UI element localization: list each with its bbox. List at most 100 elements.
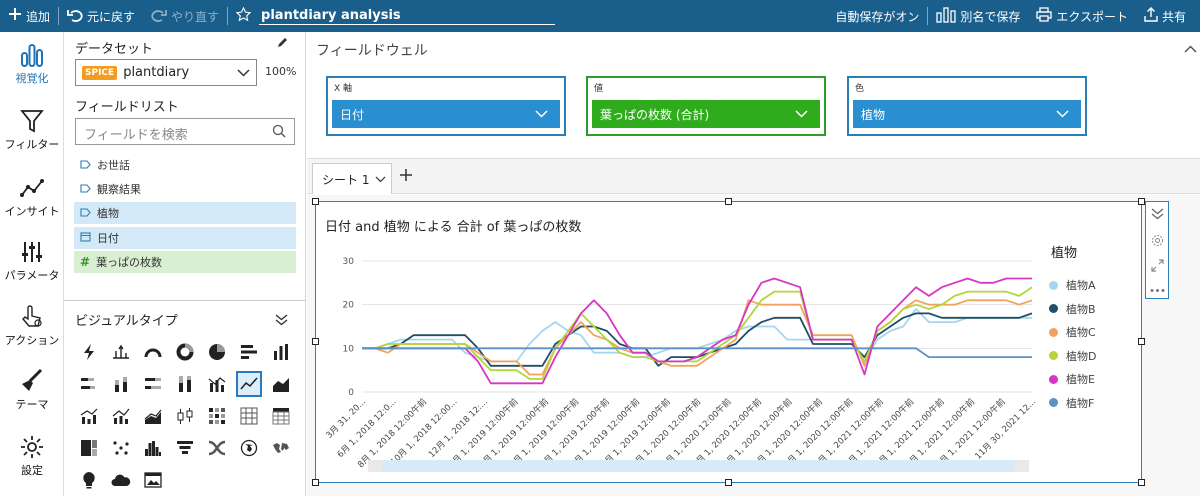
field-wells-title: フィールドウェル — [316, 43, 428, 59]
share-button[interactable]: 共有 — [1136, 0, 1200, 32]
rail-item-settings[interactable]: 設定 — [0, 434, 64, 478]
value-field-pill[interactable]: 葉っぱの枚数 (合計) — [592, 100, 820, 128]
pie-visual-icon[interactable] — [204, 339, 230, 365]
stacked-hbar-visual-icon[interactable] — [76, 371, 102, 397]
dataset-heading: データセット — [75, 42, 154, 57]
heat-map-visual-icon[interactable] — [204, 403, 230, 429]
legend-swatch — [1049, 304, 1058, 313]
donut-visual-icon[interactable] — [172, 339, 198, 365]
pivot-table-visual-icon[interactable] — [236, 403, 262, 429]
percent-vbar-visual-icon[interactable] — [172, 371, 198, 397]
dataset-select[interactable]: SPICE plantdiary — [75, 59, 257, 86]
histogram-visual-icon[interactable] — [140, 435, 166, 461]
globe-visual-icon[interactable] — [236, 435, 262, 461]
scrollbar-thumb[interactable] — [382, 460, 1014, 472]
box-plot-visual-icon[interactable] — [172, 403, 198, 429]
custom-visual-icon[interactable] — [140, 467, 166, 493]
hash-icon: # — [80, 255, 91, 269]
tab-sheet-1[interactable]: シート 1 — [312, 163, 392, 194]
add-button[interactable]: 追加 — [0, 0, 58, 32]
field-item-selected[interactable]: 植物 — [74, 202, 296, 224]
expand-icon[interactable] — [1151, 259, 1164, 275]
stacked-area-visual-icon[interactable] — [140, 403, 166, 429]
more-options-icon[interactable] — [1150, 282, 1165, 296]
percent-hbar-visual-icon[interactable] — [140, 371, 166, 397]
chevron-up-icon[interactable] — [1184, 42, 1197, 56]
autograph-visual-icon[interactable] — [108, 339, 134, 365]
undo-icon — [67, 8, 83, 25]
resize-handle[interactable] — [312, 479, 319, 486]
color-well[interactable]: 色 植物 — [847, 76, 1087, 136]
x-axis-well[interactable]: X 軸 日付 — [326, 76, 566, 136]
area-visual-icon[interactable] — [268, 371, 294, 397]
gear-icon[interactable] — [1151, 234, 1164, 250]
sankey-visual-icon[interactable] — [204, 435, 230, 461]
redo-button[interactable]: やり直す — [143, 0, 227, 32]
stacked-combo-visual-icon[interactable] — [108, 403, 134, 429]
chevron-down-icon — [795, 107, 808, 121]
add-sheet-icon[interactable] — [399, 166, 413, 187]
legend-item[interactable]: 植物F — [1049, 395, 1094, 411]
line-visual-icon[interactable] — [236, 371, 262, 397]
field-search-input[interactable]: フィールドを検索 — [75, 118, 295, 145]
gauge-visual-icon[interactable] — [140, 339, 166, 365]
stacked-vbar-visual-icon[interactable] — [108, 371, 134, 397]
scatter-visual-icon[interactable] — [108, 435, 134, 461]
word-cloud-visual-icon[interactable] — [108, 467, 134, 493]
combo-visual-icon[interactable] — [204, 371, 230, 397]
legend-item[interactable]: 植物E — [1049, 371, 1095, 387]
field-item[interactable]: 観察結果 — [74, 178, 296, 200]
line-chart-visual[interactable]: 日付 and 植物 による 合計 of 葉っぱの枚数 0 10 20 30 3月 31,… — [315, 201, 1142, 483]
rail-item-insight[interactable]: インサイト — [0, 175, 64, 219]
double-chevron-down-icon[interactable] — [1151, 208, 1164, 223]
series-line[interactable] — [362, 277, 1032, 385]
table-visual-icon[interactable] — [268, 403, 294, 429]
rail-item-theme[interactable]: テーマ — [0, 368, 64, 412]
field-item-measure[interactable]: # 葉っぱの枚数 — [74, 251, 296, 273]
series-line[interactable] — [362, 299, 1033, 376]
x-axis-field-pill[interactable]: 日付 — [332, 100, 560, 128]
value-well[interactable]: 値 葉っぱの枚数 (合計) — [586, 76, 826, 136]
undo-button[interactable]: 元に戻す — [59, 0, 143, 32]
x-axis-scrollbar[interactable] — [368, 460, 1029, 472]
kpi-visual-icon[interactable] — [76, 339, 102, 365]
horizontal-bar-visual-icon[interactable] — [236, 339, 262, 365]
legend-item[interactable]: 植物B — [1049, 301, 1096, 317]
export-label: エクスポート — [1056, 9, 1128, 24]
data-panel: データセット SPICE plantdiary 100% フィールドリスト フィ… — [64, 32, 306, 496]
favorite-star-button[interactable]: plantdiary analysis — [228, 0, 563, 32]
resize-handle[interactable] — [725, 198, 732, 205]
legend-item[interactable]: 植物D — [1049, 348, 1096, 364]
rail-item-filter[interactable]: フィルター — [0, 108, 64, 152]
resize-handle[interactable] — [1138, 479, 1145, 486]
vertical-bar-visual-icon[interactable] — [268, 339, 294, 365]
export-button[interactable]: エクスポート — [1028, 0, 1136, 32]
legend-item[interactable]: 植物A — [1049, 277, 1096, 293]
bar-line-combo-visual-icon[interactable] — [76, 403, 102, 429]
left-nav-rail: 視覚化 フィルター インサイト パラメータ アクション テーマ 設定 — [0, 32, 64, 496]
resize-handle[interactable] — [725, 479, 732, 486]
tree-map-visual-icon[interactable] — [76, 435, 102, 461]
rail-item-action[interactable]: アクション — [0, 304, 64, 348]
legend-item[interactable]: 植物C — [1049, 324, 1096, 340]
double-chevron-down-icon[interactable] — [275, 314, 288, 329]
resize-handle[interactable] — [312, 338, 319, 345]
rail-item-visualize[interactable]: 視覚化 — [0, 42, 64, 86]
chevron-down-icon — [237, 66, 250, 80]
pencil-icon[interactable] — [276, 36, 289, 52]
chevron-down-icon[interactable] — [375, 172, 386, 186]
top-toolbar: 追加 元に戻す やり直す plantdiary analysis 自動保存がオン… — [0, 0, 1200, 32]
analysis-title[interactable]: plantdiary analysis — [259, 8, 556, 25]
autosave-toggle[interactable]: 自動保存がオン — [827, 0, 927, 32]
save-as-button[interactable]: 別名で保存 — [928, 0, 1028, 32]
resize-handle[interactable] — [312, 198, 319, 205]
world-map-visual-icon[interactable] — [268, 435, 294, 461]
field-item[interactable]: お世話 — [74, 154, 296, 176]
resize-handle[interactable] — [1138, 338, 1145, 345]
funnel-visual-icon[interactable] — [172, 435, 198, 461]
color-field-pill[interactable]: 植物 — [853, 100, 1081, 128]
field-item-selected[interactable]: 日付 — [74, 227, 296, 249]
resize-handle[interactable] — [1138, 198, 1145, 205]
insight-bulb-visual-icon[interactable] — [76, 467, 102, 493]
rail-item-parameter[interactable]: パラメータ — [0, 239, 64, 283]
